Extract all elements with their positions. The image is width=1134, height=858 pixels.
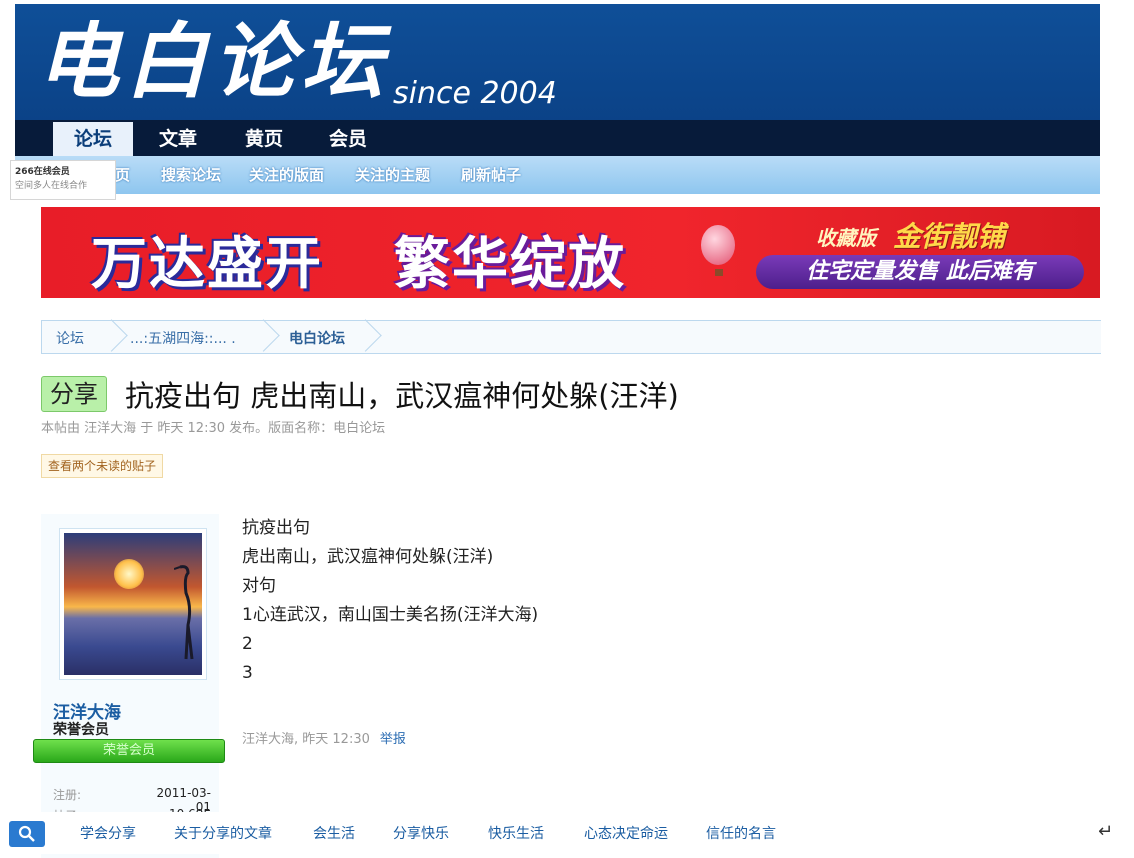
- bottom-link[interactable]: 信任的名言: [706, 823, 776, 843]
- banner-headline-2: 繁华绽放: [394, 232, 626, 297]
- subnav-followed-topics[interactable]: 关注的主题: [355, 164, 430, 185]
- enter-icon: ↵: [1098, 821, 1114, 842]
- next-unread-button[interactable]: 查看两个未读的贴子: [41, 454, 164, 478]
- post-line: 1心连武汉，南山国士美名扬(汪洋大海): [242, 605, 539, 625]
- breadcrumb-separator: [100, 321, 118, 353]
- post-body: 抗疫出句 虎出南山，武汉瘟神何处躲(汪洋) 对句 1心连武汉，南山国士美名扬(汪…: [242, 514, 942, 688]
- tab-forum[interactable]: 论坛: [53, 122, 133, 156]
- banner-collect-label: 收藏版: [816, 226, 876, 250]
- heron-icon: [174, 565, 194, 660]
- breadcrumb-separator: [252, 321, 270, 353]
- breadcrumb-five-lakes[interactable]: ...:五湖四海::... .: [130, 328, 236, 348]
- post-footer-author[interactable]: 汪洋大海, 昨天 12:30: [242, 732, 370, 747]
- banner-shop-label: 金街靓铺: [893, 220, 1006, 253]
- author-rank: 荣誉会员: [53, 722, 109, 738]
- balloon-basket-icon: [715, 269, 723, 276]
- online-note: 空间多人在线合作: [15, 181, 88, 191]
- post-meta: 本帖由 汪洋大海 于 昨天 12:30 发布。版面名称：电白论坛: [41, 421, 386, 436]
- bottom-link[interactable]: 分享快乐: [393, 823, 449, 843]
- post-line: 对句: [242, 576, 276, 596]
- main-tabs: 论坛 文章 黄页 会员: [15, 120, 1100, 156]
- bottom-link-bar: 学会分享 关于分享的文章 会生活 分享快乐 快乐生活 心态决定命运 信任的名言 …: [0, 812, 1134, 854]
- subnav-item-partial[interactable]: 页: [115, 164, 130, 185]
- subnav-search-forum[interactable]: 搜索论坛: [161, 164, 221, 185]
- rank-badge: 荣誉会员: [33, 739, 225, 763]
- subnav-refresh-posts[interactable]: 刷新帖子: [461, 164, 521, 185]
- post-line: 3: [242, 663, 253, 683]
- site-header: 电白论坛 since 2004: [15, 4, 1100, 122]
- sub-navigation: 页 搜索论坛 关注的版面 关注的主题 刷新帖子: [15, 156, 1100, 194]
- post-title: 抗疫出句 虎出南山，武汉瘟神何处躲(汪洋): [125, 379, 679, 413]
- breadcrumb-separator: [354, 321, 372, 353]
- subnav-followed-boards[interactable]: 关注的版面: [249, 164, 324, 185]
- site-since-label: since 2004: [393, 76, 557, 111]
- site-logo[interactable]: 电白论坛: [37, 10, 389, 114]
- avatar-image: [64, 533, 202, 675]
- balloon-icon: [701, 225, 735, 265]
- banner-headline-1: 万达盛开: [91, 232, 323, 297]
- author-card: 汪洋大海 荣誉会员 荣誉会员 注册: 2011-03-01 帖子: 10,695: [33, 514, 225, 858]
- search-icon: [18, 825, 35, 842]
- tab-members[interactable]: 会员: [309, 122, 387, 156]
- post-line: 虎出南山，武汉瘟神何处躲(汪洋): [242, 547, 494, 567]
- breadcrumb: 论坛 ...:五湖四海::... . 电白论坛: [41, 320, 1101, 354]
- bottom-link[interactable]: 会生活: [313, 823, 355, 843]
- bottom-link[interactable]: 快乐生活: [488, 823, 544, 843]
- breadcrumb-dianbai-forum[interactable]: 电白论坛: [289, 328, 345, 348]
- bottom-link[interactable]: 关于分享的文章: [174, 823, 272, 843]
- post-footer: 汪洋大海, 昨天 12:30 举报: [242, 728, 406, 747]
- tab-articles[interactable]: 文章: [139, 122, 217, 156]
- avatar[interactable]: [59, 528, 207, 680]
- tab-yellow-pages[interactable]: 黄页: [225, 122, 303, 156]
- banner-sale-pill: 住宅定量发售 此后难有: [756, 255, 1084, 289]
- post-prefix-tag[interactable]: 分享: [41, 376, 107, 412]
- online-members-box[interactable]: 266在线会员 空间多人在线合作: [10, 160, 116, 200]
- ad-banner[interactable]: 万达盛开 繁华绽放 收藏版 金街靓铺 住宅定量发售 此后难有: [41, 207, 1100, 298]
- breadcrumb-forum[interactable]: 论坛: [56, 328, 84, 348]
- page-frame: 电白论坛 since 2004 论坛 文章 黄页 会员 页 搜索论坛 关注的版面…: [10, 4, 1101, 858]
- sun-icon: [114, 559, 144, 589]
- stat-label-registered: 注册:: [53, 788, 82, 802]
- online-count: 266在线会员: [15, 167, 70, 177]
- search-button[interactable]: [9, 821, 45, 847]
- report-link[interactable]: 举报: [380, 732, 406, 747]
- bottom-link[interactable]: 学会分享: [80, 823, 136, 843]
- post-line: 2: [242, 634, 253, 654]
- post-line: 抗疫出句: [242, 518, 310, 538]
- bottom-link[interactable]: 心态决定命运: [584, 823, 668, 843]
